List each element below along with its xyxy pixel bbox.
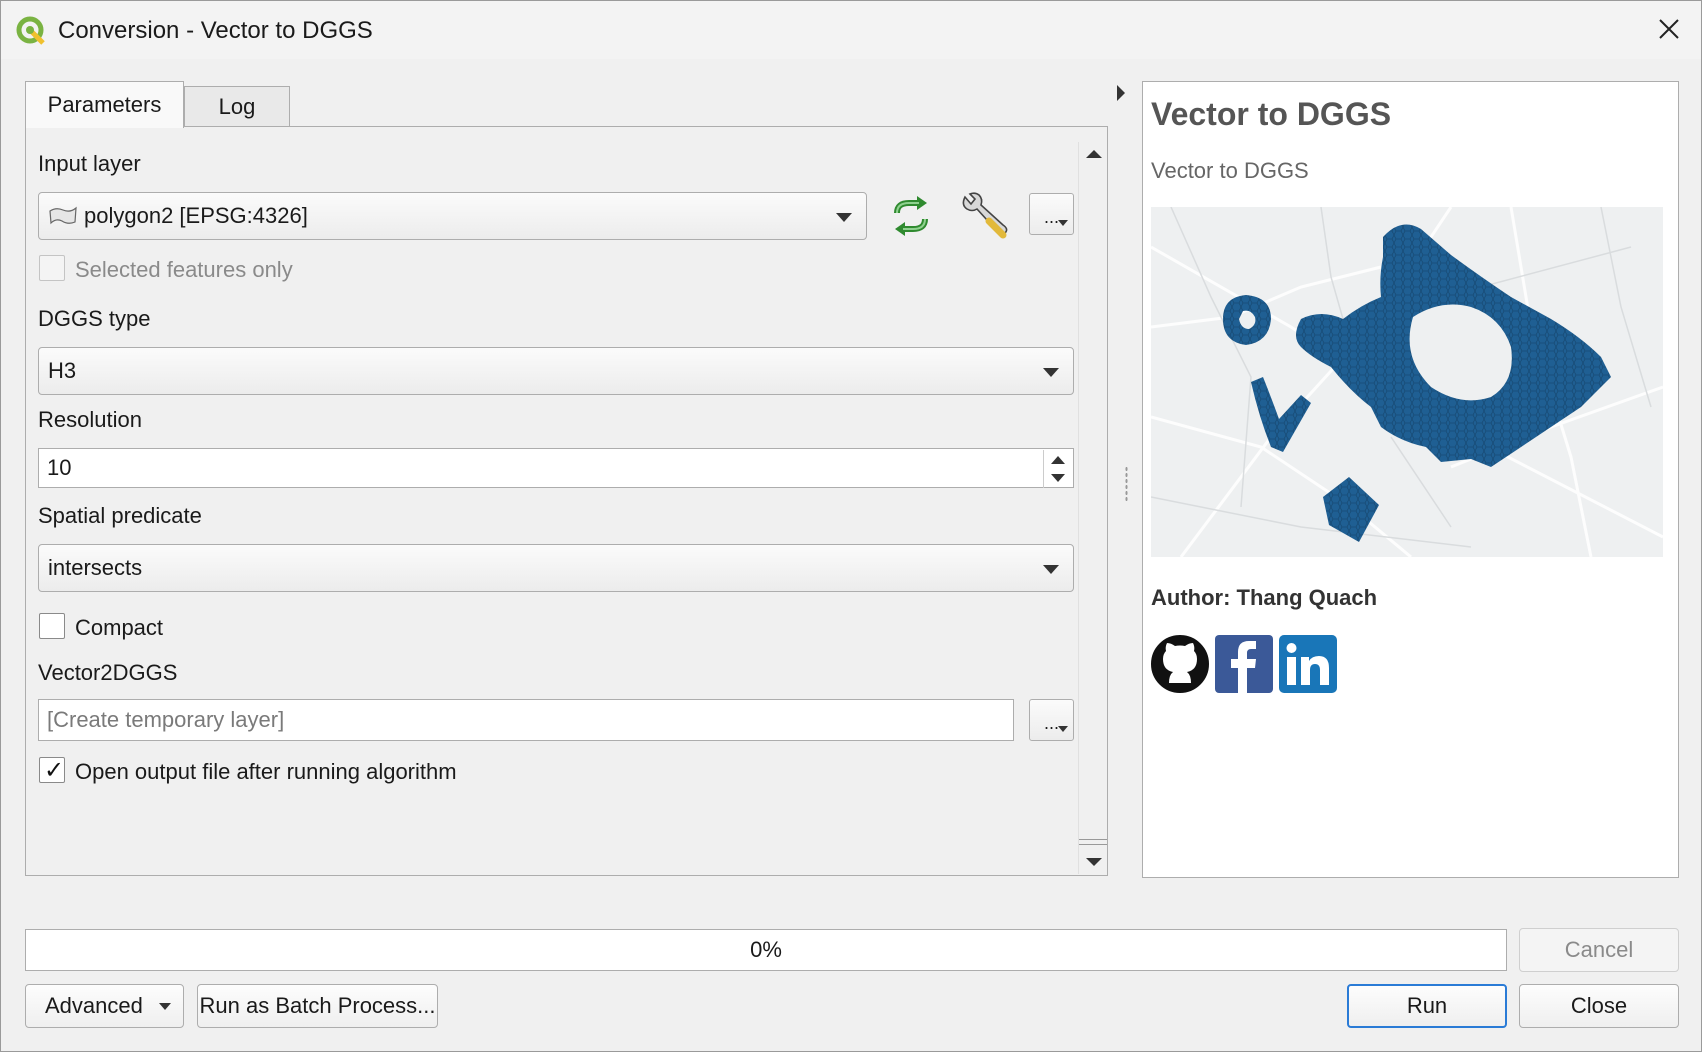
input-layer-combo[interactable]: polygon2 [EPSG:4326]	[38, 192, 867, 240]
dggs-type-value: H3	[48, 358, 77, 383]
github-icon[interactable]	[1151, 635, 1209, 693]
vertical-scrollbar[interactable]	[1078, 142, 1107, 874]
resolution-value: 10	[47, 455, 72, 480]
compact-label: Compact	[75, 615, 164, 640]
polygon-layer-icon	[49, 206, 77, 225]
spin-down-icon[interactable]	[1051, 474, 1065, 482]
run-button[interactable]: Run	[1347, 984, 1507, 1028]
output-browse-button[interactable]: ...	[1029, 699, 1074, 741]
close-icon[interactable]	[1651, 11, 1687, 47]
spin-buttons[interactable]	[1043, 450, 1072, 488]
progress-bar: 0%	[25, 929, 1507, 971]
dialog-window: Conversion - Vector to DGGS Parameters L…	[0, 0, 1702, 1052]
input-layer-value: polygon2 [EPSG:4326]	[84, 203, 308, 228]
resolution-label: Resolution	[38, 407, 142, 432]
parameters-panel: Input layer polygon2 [EPSG:4326] ... Sel…	[25, 126, 1108, 876]
tab-log[interactable]: Log	[184, 86, 290, 127]
cancel-button[interactable]: Cancel	[1519, 928, 1679, 972]
help-subtitle: Vector to DGGS	[1151, 158, 1309, 183]
output-layer-field[interactable]: [Create temporary layer]	[38, 699, 1014, 741]
resolution-spinbox[interactable]: 10	[38, 448, 1074, 488]
parameters-scroll-area: Input layer polygon2 [EPSG:4326] ... Sel…	[27, 143, 1079, 875]
linkedin-icon[interactable]	[1279, 635, 1337, 693]
wrench-icon[interactable]	[957, 191, 1011, 243]
help-title: Vector to DGGS	[1151, 96, 1392, 132]
dggs-type-combo[interactable]: H3	[38, 347, 1074, 395]
chevron-down-icon	[1043, 368, 1059, 377]
open-output-label: Open output file after running algorithm	[75, 759, 457, 784]
splitter-handle[interactable]	[1125, 466, 1128, 502]
help-panel: Vector to DGGS Vector to DGGS Author: Th…	[1142, 81, 1679, 878]
selected-features-checkbox[interactable]	[39, 255, 65, 281]
dggs-preview-image	[1151, 207, 1663, 557]
scroll-thumb-edge	[1079, 844, 1107, 845]
browse-label: ...	[1043, 713, 1059, 733]
progress-text: 0%	[750, 937, 782, 962]
dggs-type-label: DGGS type	[38, 306, 151, 331]
spatial-predicate-value: intersects	[48, 555, 143, 580]
advanced-button[interactable]: Advanced	[25, 984, 184, 1028]
compact-checkbox[interactable]	[39, 613, 65, 639]
scroll-thumb-edge	[1079, 839, 1107, 840]
spatial-predicate-combo[interactable]: intersects	[38, 544, 1074, 592]
output-layer-label: Vector2DGGS	[38, 660, 178, 685]
selected-features-label: Selected features only	[75, 257, 293, 282]
qgis-logo-icon	[16, 16, 45, 45]
facebook-icon[interactable]	[1215, 635, 1273, 693]
spin-up-icon[interactable]	[1051, 456, 1065, 464]
iterate-features-icon[interactable]	[887, 193, 935, 239]
tab-parameters[interactable]: Parameters	[25, 81, 184, 128]
chevron-down-icon	[836, 213, 852, 222]
spatial-predicate-label: Spatial predicate	[38, 503, 202, 528]
window-title: Conversion - Vector to DGGS	[58, 17, 373, 44]
input-layer-browse-button[interactable]: ...	[1029, 193, 1074, 235]
input-layer-label: Input layer	[38, 151, 141, 176]
chevron-down-icon	[1058, 726, 1068, 732]
advanced-label: Advanced	[45, 993, 143, 1018]
chevron-down-icon	[1043, 565, 1059, 574]
open-output-checkbox[interactable]: ✓	[39, 757, 65, 784]
run-batch-button[interactable]: Run as Batch Process...	[197, 984, 438, 1028]
collapse-help-arrow-icon[interactable]	[1117, 85, 1125, 101]
checkmark-icon: ✓	[44, 757, 65, 784]
output-placeholder: [Create temporary layer]	[47, 707, 285, 732]
scroll-up-icon[interactable]	[1086, 150, 1102, 158]
chevron-down-icon	[1058, 220, 1068, 226]
chevron-down-icon[interactable]	[159, 1003, 171, 1010]
browse-label: ...	[1043, 207, 1059, 227]
scroll-down-icon[interactable]	[1086, 858, 1102, 866]
title-bar: Conversion - Vector to DGGS	[1, 1, 1701, 59]
close-button[interactable]: Close	[1519, 984, 1679, 1028]
help-author: Author: Thang Quach	[1151, 585, 1378, 610]
